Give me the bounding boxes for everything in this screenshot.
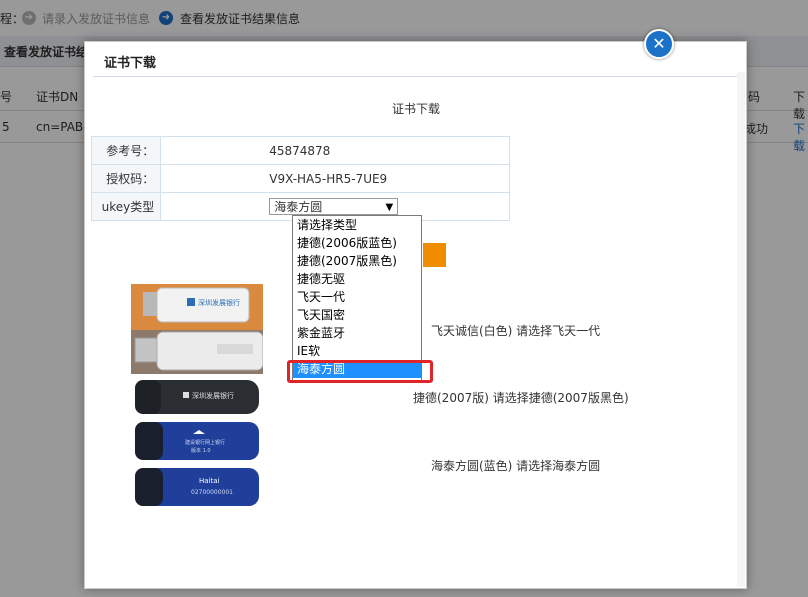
auth-code-value: V9X-HA5-HR5-7UE9: [160, 164, 510, 193]
dialog-content: 证书下载 证书下载 参考号： 45874878 授权码： V9X-HA5-HR5…: [85, 42, 746, 588]
option-feitian-1[interactable]: 飞天一代: [293, 288, 421, 306]
cert-form-table: 参考号： 45874878 授权码： V9X-HA5-HR5-7UE9 ukey…: [90, 136, 510, 221]
svg-text:Haitai: Haitai: [199, 477, 220, 485]
chevron-down-icon: ▼: [385, 202, 394, 213]
close-icon[interactable]: ✕: [644, 29, 674, 59]
title-divider: [93, 76, 738, 77]
option-ie-soft[interactable]: IE软: [293, 342, 421, 360]
auth-code-label: 授权码：: [90, 164, 162, 193]
ukey-type-dropdown: 请选择类型 捷德(2006版蓝色) 捷德(2007版黑色) 捷德无驱 飞天一代 …: [292, 215, 422, 381]
svg-text:深圳发展银行: 深圳发展银行: [192, 391, 234, 400]
svg-text:02700000001: 02700000001: [191, 489, 233, 496]
option-gd-2007-black[interactable]: 捷德(2007版黑色): [293, 252, 421, 270]
select-value: 海泰方圆: [274, 200, 323, 214]
reference-label: 参考号：: [90, 136, 162, 165]
product-caption: 海泰方圆(蓝色) 请选择海泰方圆: [431, 459, 601, 473]
ukey-type-select[interactable]: 海泰方圆 ▼: [269, 198, 399, 215]
reference-value: 45874878: [160, 136, 510, 165]
download-button[interactable]: [423, 243, 446, 267]
option-gd-driverless[interactable]: 捷德无驱: [293, 270, 421, 288]
svg-text:版本 1.0: 版本 1.0: [191, 447, 211, 454]
cert-download-dialog: 证书下载 证书下载 参考号： 45874878 授权码： V9X-HA5-HR5…: [84, 41, 747, 589]
option-feitian-gm[interactable]: 飞天国密: [293, 306, 421, 324]
svg-text:建设银行网上银行: 建设银行网上银行: [185, 439, 225, 446]
svg-text:深圳发展银行: 深圳发展银行: [198, 298, 240, 307]
form-heading: 证书下载: [392, 102, 441, 116]
white-usb-key-image: 深圳发展银行: [131, 284, 263, 374]
form-row-reference: 参考号： 45874878: [90, 136, 510, 165]
option-zijin-bluetooth[interactable]: 紫金蓝牙: [293, 324, 421, 342]
dialog-title: 证书下载: [104, 56, 157, 71]
ukey-type-label: ukey类型: [90, 192, 162, 221]
form-row-auth-code: 授权码： V9X-HA5-HR5-7UE9: [90, 164, 510, 193]
scrollbar[interactable]: [737, 72, 745, 587]
product-caption: 捷德(2007版) 请选择捷德(2007版黑色): [413, 391, 629, 405]
product-caption: 飞天诚信(白色) 请选择飞天一代: [431, 324, 601, 338]
black-usb-key-image: 深圳发展银行: [135, 380, 259, 414]
option-gd-2006-blue[interactable]: 捷德(2006版蓝色): [293, 234, 421, 252]
blue-usb-key-image: 建设银行网上银行 版本 1.0 Haitai 02700000001: [135, 422, 259, 506]
option-select-type[interactable]: 请选择类型: [293, 216, 421, 234]
highlight-annotation: [287, 360, 433, 383]
